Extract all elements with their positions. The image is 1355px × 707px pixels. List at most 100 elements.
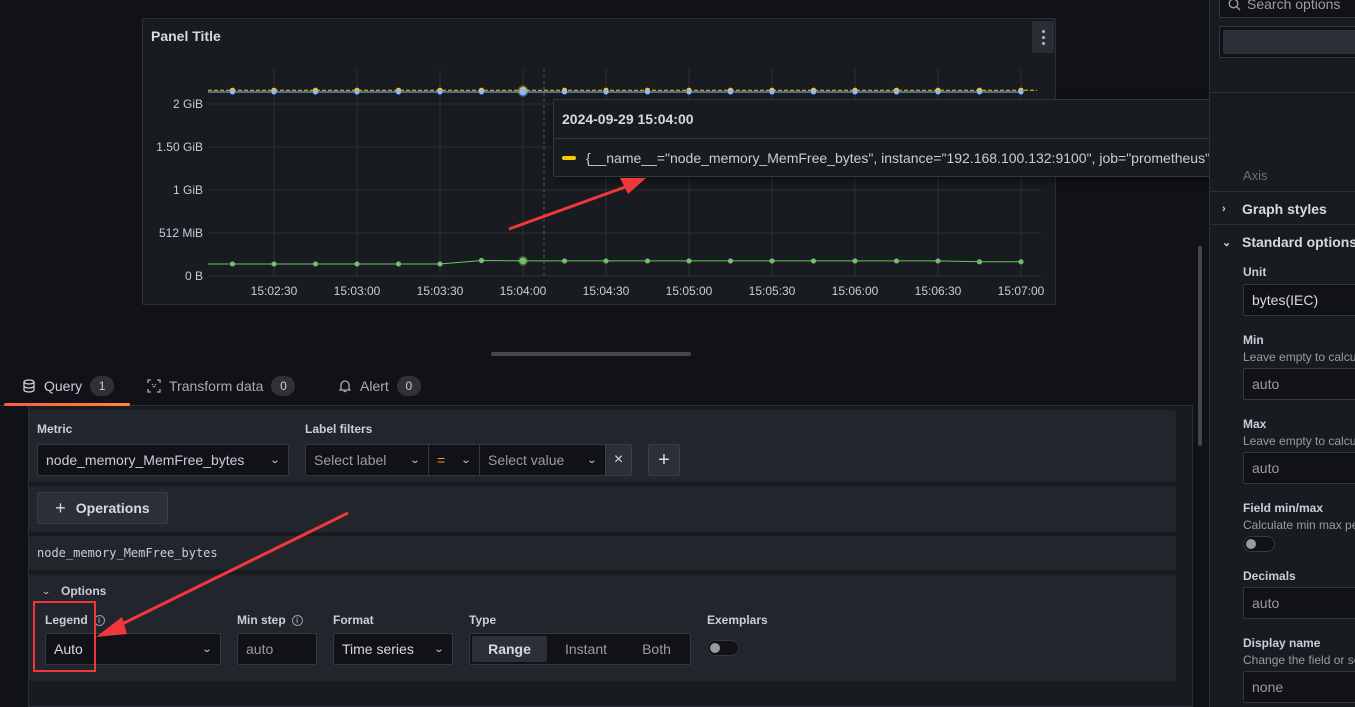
exemplars-toggle[interactable] xyxy=(707,640,739,656)
label-key-select[interactable]: Select label ⌄ xyxy=(305,444,429,476)
add-filter-button[interactable]: + xyxy=(648,444,680,476)
database-icon xyxy=(22,379,36,393)
query-preview: node_memory_MemFree_bytes xyxy=(37,546,218,560)
data-point xyxy=(852,89,858,95)
min-input[interactable]: auto xyxy=(1243,368,1355,400)
data-point xyxy=(312,89,319,95)
axis-section-ghost: Axis xyxy=(1243,168,1268,183)
data-point xyxy=(893,89,900,95)
x-tick-label: 15:04:30 xyxy=(583,284,630,298)
format-select[interactable]: Time series ⌄ xyxy=(333,633,453,665)
exemplars-label: Exemplars xyxy=(707,613,768,627)
max-description: Leave empty to calculate based on all va… xyxy=(1243,434,1355,448)
chevron-down-icon: ⌄ xyxy=(433,643,445,655)
label-key-placeholder: Select label xyxy=(314,452,387,468)
data-point xyxy=(519,88,527,96)
data-point xyxy=(727,258,734,264)
display-name-placeholder: none xyxy=(1252,679,1284,695)
display-name-description: Change the field or series name xyxy=(1243,653,1355,667)
metric-select[interactable]: node_memory_MemFree_bytes ⌄ xyxy=(37,444,289,476)
max-input[interactable]: auto xyxy=(1243,452,1355,484)
field-minmax-toggle[interactable] xyxy=(1243,536,1275,552)
data-point xyxy=(437,261,443,267)
section-label: Graph styles xyxy=(1242,201,1327,217)
unit-picker[interactable]: bytes(IEC) xyxy=(1243,284,1355,316)
max-placeholder: auto xyxy=(1252,460,1280,476)
toggle-knob xyxy=(710,643,720,653)
data-point xyxy=(312,261,319,267)
divider xyxy=(1210,224,1355,225)
tab-query[interactable]: Query 1 xyxy=(3,366,131,406)
plus-icon: + xyxy=(55,497,66,518)
pane-resize-handle[interactable] xyxy=(491,352,691,356)
options-pane: Search options Axis › Graph styles ⌄ Sta… xyxy=(1209,0,1355,707)
data-point xyxy=(354,261,360,267)
tab-count-badge: 1 xyxy=(90,376,115,396)
type-option-both[interactable]: Both xyxy=(625,636,688,662)
data-point xyxy=(810,258,817,264)
query-editor: Metric node_memory_MemFree_bytes ⌄ Label… xyxy=(28,406,1193,707)
tooltip-series-label: {__name__="node_memory_MemFree_bytes", i… xyxy=(586,150,1215,166)
data-point xyxy=(354,89,360,95)
chevron-down-icon: ⌄ xyxy=(1222,236,1232,249)
field-minmax-label: Field min/max xyxy=(1243,501,1324,515)
query-preview-block: node_memory_MemFree_bytes xyxy=(29,536,1176,570)
x-tick-label: 15:06:30 xyxy=(915,284,962,298)
x-tick-label: 15:07:00 xyxy=(998,284,1045,298)
data-point xyxy=(1018,259,1024,265)
x-tick-label: 15:02:30 xyxy=(251,284,298,298)
toggle-knob xyxy=(1246,539,1256,549)
tab-label: Alert xyxy=(360,378,389,394)
search-icon xyxy=(1228,0,1241,10)
data-point xyxy=(603,258,609,264)
divider xyxy=(1210,92,1355,93)
info-icon[interactable]: i xyxy=(93,615,105,627)
data-point xyxy=(478,257,485,264)
x-tick-label: 15:05:00 xyxy=(666,284,713,298)
data-point xyxy=(935,89,941,95)
main-scrollbar[interactable] xyxy=(1198,246,1202,446)
chevron-down-icon: ⌄ xyxy=(586,454,598,466)
legend-label-wrap: Legend i xyxy=(45,613,105,627)
type-option-instant[interactable]: Instant xyxy=(547,636,625,662)
format-value: Time series xyxy=(342,641,414,657)
x-tick-label: 15:04:00 xyxy=(500,284,547,298)
data-point xyxy=(893,258,900,264)
info-icon[interactable]: i xyxy=(291,615,303,627)
search-options-input[interactable]: Search options xyxy=(1219,0,1355,18)
panel-menu-button[interactable] xyxy=(1032,21,1054,53)
remove-filter-button[interactable]: × xyxy=(605,444,632,476)
series-color-swatch xyxy=(562,156,576,160)
y-tick-label: 1 GiB xyxy=(173,183,203,197)
data-point xyxy=(769,89,775,95)
section-graph-styles[interactable]: › Graph styles xyxy=(1222,201,1327,217)
x-tick-label: 15:05:30 xyxy=(749,284,796,298)
section-standard-options[interactable]: ⌄ Standard options xyxy=(1222,234,1355,250)
options-toggle[interactable]: ⌄ Options xyxy=(41,584,106,598)
label-value-select[interactable]: Select value ⌄ xyxy=(479,444,606,476)
min-step-label-wrap: Min step i xyxy=(237,613,303,627)
add-operation-button[interactable]: + Operations xyxy=(37,492,168,524)
metric-block: Metric node_memory_MemFree_bytes ⌄ Label… xyxy=(29,410,1176,482)
transform-icon xyxy=(147,379,161,393)
type-option-range[interactable]: Range xyxy=(472,636,547,662)
min-step-input[interactable]: auto xyxy=(237,633,317,665)
decimals-input[interactable]: auto xyxy=(1243,587,1355,619)
data-point xyxy=(561,89,568,95)
label-operator-select[interactable]: = ⌄ xyxy=(428,444,480,476)
min-step-label: Min step xyxy=(237,613,286,627)
plus-icon: + xyxy=(658,448,670,471)
label-value-placeholder: Select value xyxy=(488,452,565,468)
label-filters-label: Label filters xyxy=(305,422,373,436)
display-name-input[interactable]: none xyxy=(1243,671,1355,703)
data-point xyxy=(437,89,443,95)
visualization-picker[interactable] xyxy=(1219,26,1355,58)
tab-transform-data[interactable]: Transform data 0 xyxy=(147,366,296,406)
operations-block: + Operations xyxy=(29,486,1176,532)
tab-alert[interactable]: Alert 0 xyxy=(338,366,421,406)
min-step-placeholder: auto xyxy=(246,641,274,657)
metric-value: node_memory_MemFree_bytes xyxy=(46,452,245,468)
panel-editor: 0 B 512 MiB 1 GiB 1.50 GiB 2 GiB 15:02:30 15:0… xyxy=(0,0,1355,707)
legend-select[interactable]: Auto ⌄ xyxy=(45,633,221,665)
bell-icon xyxy=(338,379,352,393)
